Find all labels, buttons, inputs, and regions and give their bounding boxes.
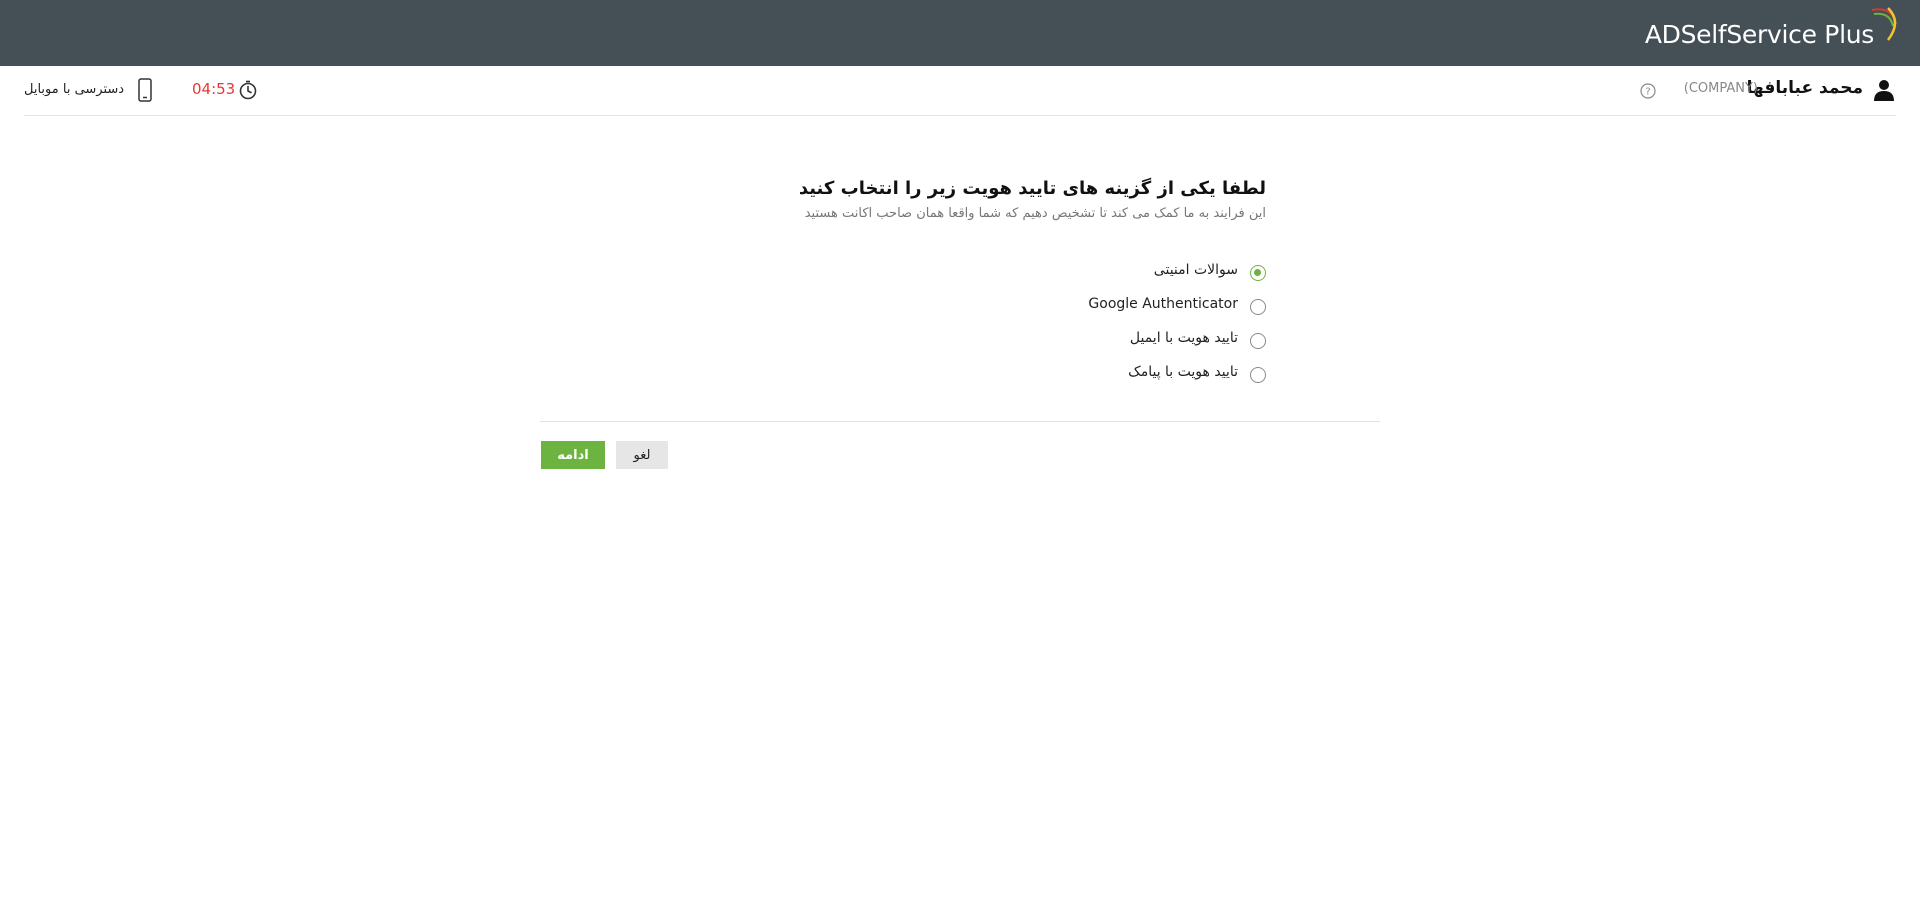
continue-button[interactable]: ادامه (541, 441, 605, 469)
radio-email-verification[interactable] (1250, 333, 1266, 349)
radio-sms-verification[interactable] (1250, 367, 1266, 383)
option-security-questions[interactable]: سوالات امنیتی (866, 260, 1266, 294)
svg-text:?: ? (1645, 87, 1650, 98)
question-circle-icon[interactable]: ? (1640, 83, 1656, 99)
stopwatch-icon (239, 80, 257, 100)
option-google-authenticator[interactable]: Google Authenticator (866, 294, 1266, 328)
top-banner: ADSelfService Plus (0, 0, 1920, 66)
divider (540, 421, 1380, 422)
brand-logo: ADSelfService Plus (1644, 7, 1897, 54)
mobile-access-link[interactable]: دسترسی با موبایل (24, 82, 124, 97)
cancel-button[interactable]: لغو (616, 441, 668, 469)
page-title: لطفا یکی از گزینه های تایید هویت زیر را … (798, 178, 1266, 199)
logo-arc-icon (1871, 7, 1897, 41)
option-label: تایید هویت با پیامک (1128, 364, 1238, 380)
option-email-verification[interactable]: تایید هویت با ایمیل (866, 328, 1266, 362)
option-label: سوالات امنیتی (1153, 262, 1238, 278)
radio-google-authenticator[interactable] (1250, 299, 1266, 315)
session-timer: 04:53 (192, 80, 236, 98)
option-label: تایید هویت با ایمیل (1129, 330, 1238, 346)
page-subtitle: این فرایند به ما کمک می کند تا تشخیص دهی… (804, 206, 1266, 221)
user-domain: (COMPANY) (1683, 81, 1758, 96)
radio-security-questions[interactable] (1250, 265, 1266, 281)
option-label: Google Authenticator (1088, 296, 1238, 312)
user-icon (1874, 80, 1894, 101)
mobile-phone-icon[interactable] (138, 78, 152, 102)
verification-options: سوالات امنیتی Google Authenticator تایید… (866, 260, 1266, 396)
option-sms-verification[interactable]: تایید هویت با پیامک (866, 362, 1266, 396)
brand-name: ADSelfService Plus (1644, 19, 1874, 49)
user-bar: محمد عبابافها (COMPANY) ? 04:53 دسترسی ب… (24, 66, 1896, 116)
user-name: محمد عبابافها (1746, 78, 1863, 98)
